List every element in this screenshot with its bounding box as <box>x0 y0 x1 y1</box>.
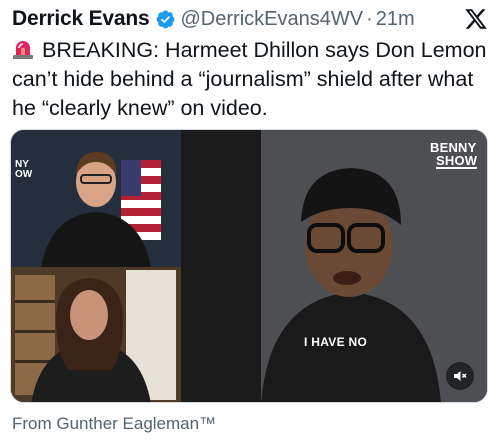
tweet-header: Derrick Evans @DerrickEvans4WV · 21m <box>12 4 488 34</box>
siren-icon <box>13 41 33 59</box>
attribution[interactable]: From Gunther Eagleman™ <box>12 414 216 434</box>
show-badge-line2: SHOW <box>436 153 478 169</box>
tweet-body: BREAKING: Harmeet Dhillon says Don Lemon… <box>12 36 488 123</box>
author-name[interactable]: Derrick Evans <box>12 7 150 31</box>
speaker-muted-icon <box>454 371 467 381</box>
channel-logo-line2: OW <box>15 169 33 180</box>
author-handle[interactable]: @DerrickEvans4WV <box>181 8 364 31</box>
mute-button[interactable] <box>446 362 474 390</box>
x-logo-icon[interactable] <box>464 7 488 31</box>
video-frame <box>11 130 487 402</box>
video-player[interactable]: NY OW <box>10 129 488 403</box>
video-caption: I HAVE NO <box>304 335 368 349</box>
channel-logo: NY OW <box>15 160 45 180</box>
timestamp[interactable]: 21m <box>376 8 415 31</box>
verified-badge-icon <box>156 10 174 28</box>
separator-dot: · <box>366 7 373 30</box>
tweet-text: BREAKING: Harmeet Dhillon says Don Lemon… <box>12 38 487 120</box>
